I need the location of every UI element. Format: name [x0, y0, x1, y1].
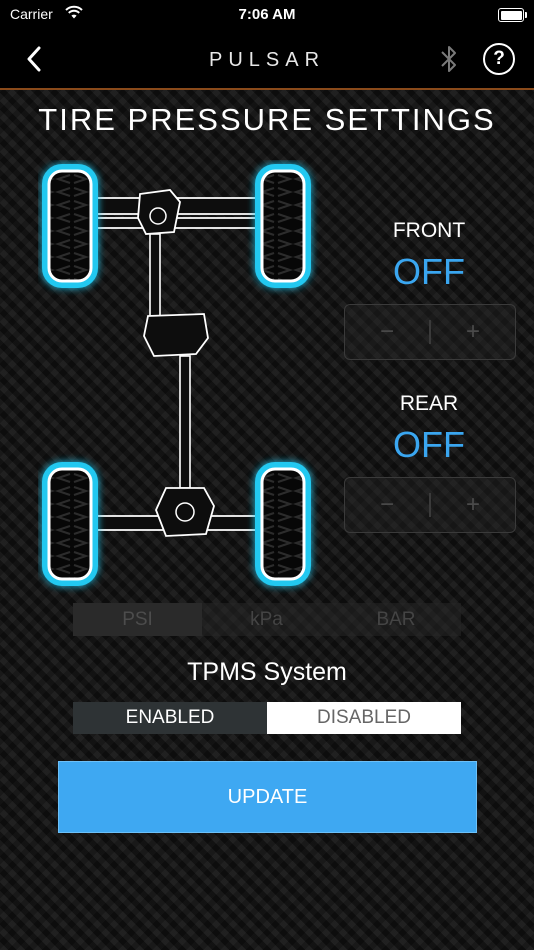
- update-button[interactable]: UPDATE: [58, 761, 477, 833]
- unit-selector: PSI kPa BAR: [73, 603, 461, 636]
- front-decrease-button[interactable]: −: [345, 305, 429, 359]
- front-increase-button[interactable]: +: [431, 305, 515, 359]
- battery-icon: [498, 8, 527, 22]
- bluetooth-icon[interactable]: [438, 44, 460, 74]
- nav-bar: PULSAR ?: [0, 32, 534, 90]
- page-title: TIRE PRESSURE SETTINGS: [38, 102, 496, 137]
- rear-pressure-value: OFF: [393, 424, 465, 465]
- rear-decrease-button[interactable]: −: [345, 478, 429, 532]
- vehicle-chassis-diagram: [42, 164, 311, 586]
- tpms-toggle: ENABLED DISABLED: [73, 702, 461, 734]
- rear-left-tire: [42, 462, 98, 586]
- front-pressure-stepper[interactable]: − +: [344, 304, 516, 360]
- front-right-tire: [255, 164, 311, 288]
- help-icon[interactable]: ?: [483, 43, 515, 75]
- clock: 7:06 AM: [238, 6, 296, 23]
- front-pressure-value: OFF: [393, 251, 465, 292]
- unit-psi-option[interactable]: PSI: [73, 603, 202, 636]
- front-label: FRONT: [392, 219, 466, 242]
- rear-driveshaft: [179, 355, 191, 489]
- rear-pressure-stepper[interactable]: − +: [344, 477, 516, 533]
- rear-right-tire: [255, 462, 311, 586]
- front-driveshaft: [149, 233, 161, 317]
- front-axle: [92, 189, 274, 235]
- rear-axle: [92, 487, 274, 537]
- unit-bar-option[interactable]: BAR: [331, 603, 461, 636]
- rear-increase-button[interactable]: +: [431, 478, 515, 532]
- front-left-tire: [42, 164, 98, 288]
- tpms-disabled-option[interactable]: DISABLED: [267, 702, 461, 734]
- rear-label: REAR: [399, 392, 459, 415]
- unit-kpa-option[interactable]: kPa: [202, 603, 331, 636]
- transfer-case: [143, 313, 209, 357]
- status-bar: Carrier 7:06 AM: [0, 0, 534, 32]
- tpms-enabled-option[interactable]: ENABLED: [73, 702, 267, 734]
- tpms-title: TPMS System: [187, 658, 347, 686]
